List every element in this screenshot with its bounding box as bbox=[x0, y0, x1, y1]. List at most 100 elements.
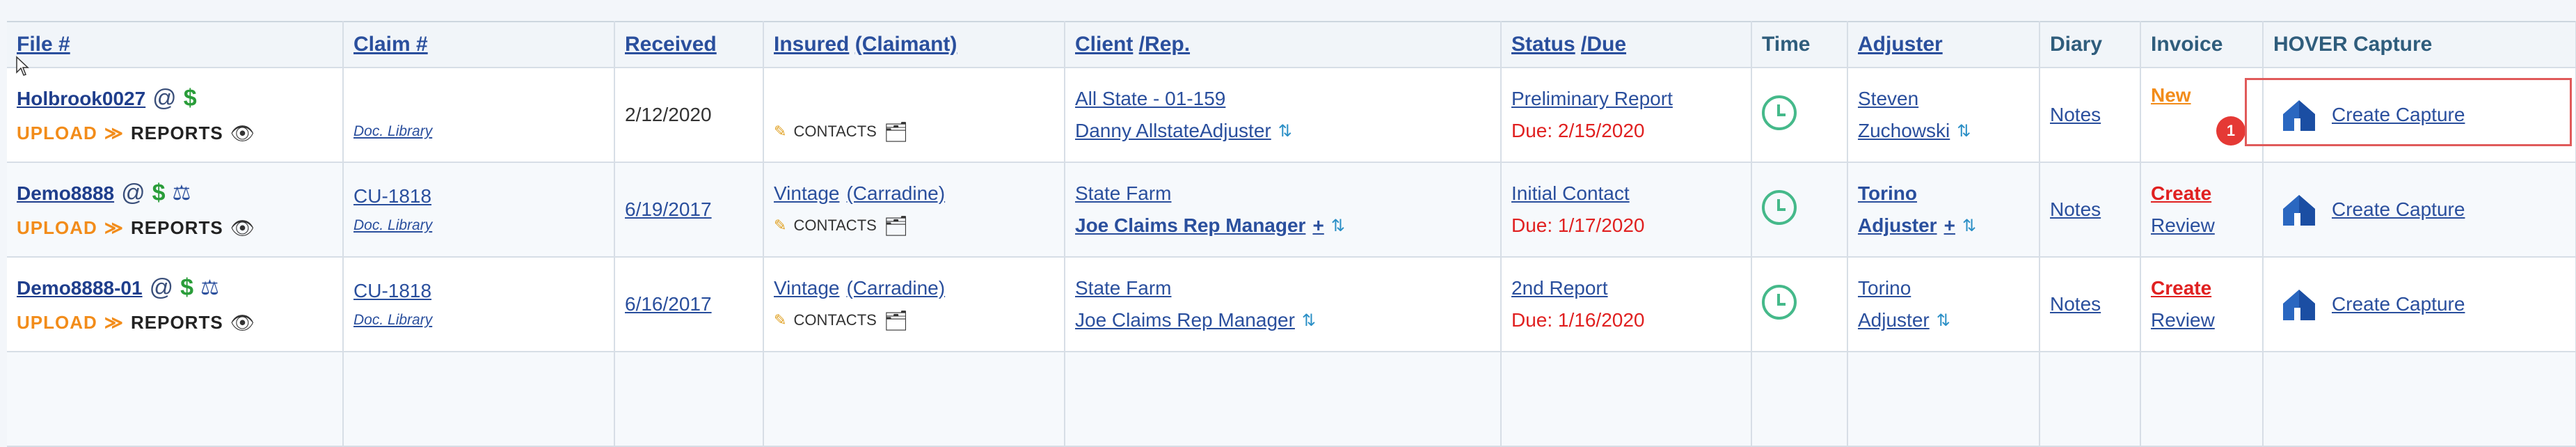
file-number-link[interactable]: Demo8888-01 bbox=[17, 277, 143, 299]
contacts-link[interactable]: CONTACTS bbox=[793, 217, 876, 235]
email-icon[interactable]: @ bbox=[150, 274, 174, 301]
cell-time bbox=[1751, 68, 1848, 163]
header-file[interactable]: File # bbox=[7, 21, 344, 68]
dollar-icon[interactable]: $ bbox=[152, 180, 166, 207]
header-row: File # Claim # Received Insured (Claiman… bbox=[7, 21, 2576, 68]
reassign-icon[interactable]: ⇅ bbox=[1278, 121, 1292, 141]
reassign-icon[interactable]: ⇅ bbox=[1962, 216, 1976, 236]
reports-link[interactable]: REPORTS bbox=[131, 217, 223, 239]
cell-file: Holbrook0027 @ $ UPLOAD ≫ REPORTS 👁 bbox=[7, 68, 344, 163]
header-status[interactable]: Status /Due bbox=[1501, 21, 1752, 68]
dollar-icon[interactable]: $ bbox=[180, 274, 193, 301]
rep-link[interactable]: Danny AllstateAdjuster bbox=[1075, 120, 1271, 142]
due-date: Due: 1/17/2020 bbox=[1511, 214, 1645, 236]
upload-link[interactable]: UPLOAD bbox=[17, 123, 97, 144]
header-rep[interactable]: /Rep. bbox=[1139, 33, 1190, 56]
cell-time bbox=[1751, 257, 1848, 352]
doc-library-link[interactable]: Doc. Library bbox=[353, 217, 432, 234]
contact-card-icon[interactable]: 🗂 bbox=[884, 120, 909, 143]
table-row: Demo8888 @ $ ⚖ UPLOAD ≫ REPORTS 👁 CU-181… bbox=[7, 162, 2576, 258]
table-row-partial bbox=[7, 352, 2576, 447]
contact-card-icon[interactable]: 🗂 bbox=[884, 309, 909, 332]
reports-link[interactable]: REPORTS bbox=[131, 123, 223, 144]
doc-library-link[interactable]: Doc. Library bbox=[353, 312, 432, 329]
insured-link[interactable]: Vintage bbox=[774, 182, 839, 205]
adjuster-link-lastname[interactable]: Adjuster bbox=[1858, 309, 1930, 331]
contacts-link[interactable]: CONTACTS bbox=[793, 123, 876, 141]
upload-link[interactable]: UPLOAD bbox=[17, 312, 97, 334]
reports-link[interactable]: REPORTS bbox=[131, 312, 223, 334]
client-link[interactable]: All State - 01-159 bbox=[1075, 88, 1225, 110]
cell-insured: Vintage (Carradine) ✎ CONTACTS 🗂 bbox=[763, 257, 1065, 352]
received-date[interactable]: 6/19/2017 bbox=[625, 198, 712, 220]
table-row: Holbrook0027 @ $ UPLOAD ≫ REPORTS 👁 Doc.… bbox=[7, 68, 2576, 163]
create-capture-link[interactable]: Create Capture bbox=[2332, 293, 2465, 315]
adjuster-link[interactable]: Torino bbox=[1858, 277, 1911, 299]
claimant-link[interactable]: (Carradine) bbox=[846, 277, 945, 299]
eye-icon[interactable]: 👁 bbox=[230, 122, 255, 145]
header-client[interactable]: Client /Rep. bbox=[1065, 21, 1502, 68]
header-received[interactable]: Received bbox=[614, 21, 764, 68]
doc-library-link[interactable]: Doc. Library bbox=[353, 123, 432, 140]
header-claim[interactable]: Claim # bbox=[343, 21, 615, 68]
client-link[interactable]: State Farm bbox=[1075, 277, 1171, 299]
invoice-review-link[interactable]: Review bbox=[2151, 214, 2215, 237]
adjuster-link[interactable]: Torino bbox=[1858, 182, 1917, 205]
clock-icon[interactable] bbox=[1762, 284, 1797, 320]
adjuster-link[interactable]: Steven bbox=[1858, 88, 1918, 110]
scale-icon[interactable]: ⚖ bbox=[200, 276, 219, 300]
reassign-icon[interactable]: ⇅ bbox=[1331, 216, 1345, 236]
highlight-box bbox=[2245, 78, 2572, 146]
adjuster-link-lastname[interactable]: Zuchowski bbox=[1858, 120, 1950, 142]
reassign-icon[interactable]: ⇅ bbox=[1937, 311, 1950, 331]
status-link[interactable]: Initial Contact bbox=[1511, 182, 1630, 205]
clock-icon[interactable] bbox=[1762, 189, 1797, 225]
clock-icon[interactable] bbox=[1762, 95, 1797, 130]
claimant-link[interactable]: (Carradine) bbox=[846, 182, 945, 205]
create-capture-link[interactable]: Create Capture bbox=[2332, 198, 2465, 221]
contacts-link[interactable]: CONTACTS bbox=[793, 311, 876, 329]
invoice-create-link[interactable]: Create bbox=[2151, 182, 2211, 205]
file-number-link[interactable]: Holbrook0027 bbox=[17, 88, 145, 110]
hover-house-icon[interactable] bbox=[2280, 285, 2318, 323]
file-number-link[interactable]: Demo8888 bbox=[17, 182, 114, 205]
status-link[interactable]: 2nd Report bbox=[1511, 277, 1608, 299]
eye-icon[interactable]: 👁 bbox=[230, 311, 255, 334]
notes-link[interactable]: Notes bbox=[2050, 198, 2101, 220]
header-adjuster[interactable]: Adjuster bbox=[1847, 21, 2040, 68]
header-claimant[interactable]: (Claimant) bbox=[855, 33, 957, 56]
rep-link[interactable]: Joe Claims Rep Manager bbox=[1075, 309, 1295, 331]
dollar-icon[interactable]: $ bbox=[184, 85, 197, 112]
cell-adjuster: Torino Adjuster ⇅ bbox=[1847, 257, 2040, 352]
email-icon[interactable]: @ bbox=[121, 180, 145, 207]
received-date[interactable]: 6/16/2017 bbox=[625, 293, 712, 315]
status-link[interactable]: Preliminary Report bbox=[1511, 88, 1673, 110]
pencil-icon: ✎ bbox=[774, 311, 787, 329]
reassign-icon[interactable]: ⇅ bbox=[1302, 311, 1316, 331]
claim-link[interactable]: CU-1818 bbox=[353, 185, 431, 207]
cell-claim: CU-1818 Doc. Library bbox=[343, 257, 615, 352]
cell-empty bbox=[343, 352, 615, 447]
notes-link[interactable]: Notes bbox=[2050, 104, 2101, 125]
cell-time bbox=[1751, 162, 1848, 258]
notes-link[interactable]: Notes bbox=[2050, 293, 2101, 315]
contact-card-icon[interactable]: 🗂 bbox=[884, 214, 909, 237]
insured-link[interactable]: Vintage bbox=[774, 277, 839, 299]
hover-house-icon[interactable] bbox=[2280, 191, 2318, 228]
claim-link[interactable]: CU-1818 bbox=[353, 280, 431, 302]
adjuster-link-lastname[interactable]: Adjuster bbox=[1858, 214, 1937, 237]
client-link[interactable]: State Farm bbox=[1075, 182, 1171, 205]
adjuster-add-link[interactable]: + bbox=[1944, 214, 1955, 237]
eye-icon[interactable]: 👁 bbox=[230, 217, 255, 240]
header-due[interactable]: /Due bbox=[1581, 33, 1626, 56]
rep-link[interactable]: Joe Claims Rep Manager bbox=[1075, 214, 1305, 237]
upload-link[interactable]: UPLOAD bbox=[17, 217, 97, 239]
invoice-new-link[interactable]: New bbox=[2151, 84, 2191, 107]
email-icon[interactable]: @ bbox=[152, 85, 177, 112]
invoice-create-link[interactable]: Create bbox=[2151, 277, 2211, 299]
reassign-icon[interactable]: ⇅ bbox=[1957, 121, 1971, 141]
rep-add-link[interactable]: + bbox=[1312, 214, 1323, 237]
scale-icon[interactable]: ⚖ bbox=[173, 181, 191, 205]
header-insured[interactable]: Insured (Claimant) bbox=[763, 21, 1065, 68]
invoice-review-link[interactable]: Review bbox=[2151, 309, 2215, 331]
